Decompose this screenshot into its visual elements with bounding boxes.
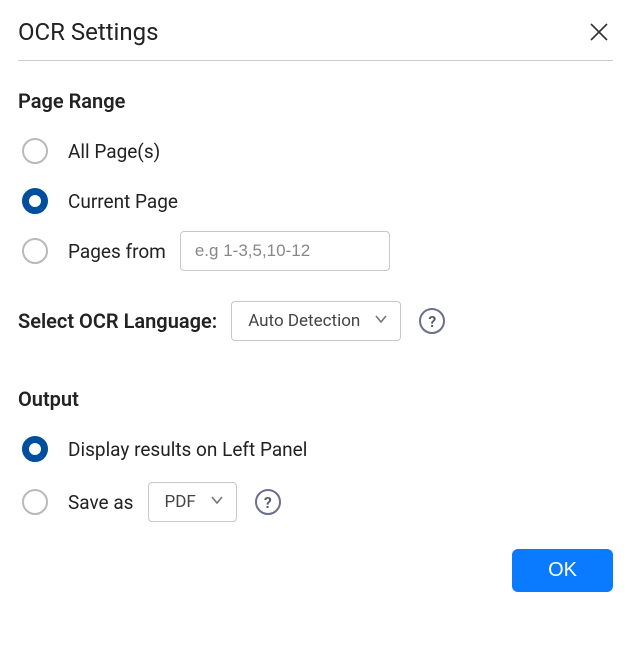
- radio-all-pages[interactable]: [22, 138, 48, 164]
- chevron-down-icon: [210, 492, 224, 512]
- save-as-help-button[interactable]: ?: [255, 489, 281, 515]
- radio-label-save-as: Save as: [68, 491, 134, 514]
- save-as-format-select[interactable]: PDF: [148, 482, 237, 522]
- dialog-header: OCR Settings: [18, 18, 613, 61]
- radio-display-results[interactable]: [22, 436, 48, 462]
- radio-row-all-pages: All Page(s): [22, 131, 613, 171]
- language-label: Select OCR Language:: [18, 309, 217, 333]
- close-icon: [589, 22, 609, 42]
- dialog-title: OCR Settings: [18, 18, 159, 46]
- radio-label-pages-from: Pages from: [68, 240, 166, 263]
- radio-pages-from[interactable]: [22, 238, 48, 264]
- radio-row-current-page: Current Page: [22, 181, 613, 221]
- help-icon: ?: [264, 493, 272, 512]
- output-heading: Output: [18, 387, 613, 411]
- chevron-down-icon: [374, 311, 388, 331]
- language-selected-value: Auto Detection: [248, 311, 360, 331]
- radio-label-current-page: Current Page: [68, 190, 178, 213]
- pages-from-input[interactable]: [180, 231, 390, 271]
- close-button[interactable]: [585, 18, 613, 46]
- language-row: Select OCR Language: Auto Detection ?: [18, 301, 613, 341]
- save-as-format-value: PDF: [165, 492, 196, 512]
- ok-button[interactable]: OK: [512, 549, 613, 592]
- help-icon: ?: [428, 312, 436, 331]
- radio-save-as[interactable]: [22, 489, 48, 515]
- radio-label-all-pages: All Page(s): [68, 140, 160, 163]
- page-range-heading: Page Range: [18, 89, 613, 113]
- radio-current-page[interactable]: [22, 188, 48, 214]
- radio-label-display-results: Display results on Left Panel: [68, 438, 307, 461]
- ocr-settings-dialog: OCR Settings Page Range All Page(s) Curr…: [0, 0, 631, 610]
- dialog-footer: OK: [18, 549, 613, 592]
- radio-row-pages-from: Pages from: [22, 231, 613, 271]
- language-select[interactable]: Auto Detection: [231, 301, 401, 341]
- radio-row-save-as: Save as PDF ?: [22, 479, 613, 525]
- radio-row-display-results: Display results on Left Panel: [22, 429, 613, 469]
- language-help-button[interactable]: ?: [419, 308, 445, 334]
